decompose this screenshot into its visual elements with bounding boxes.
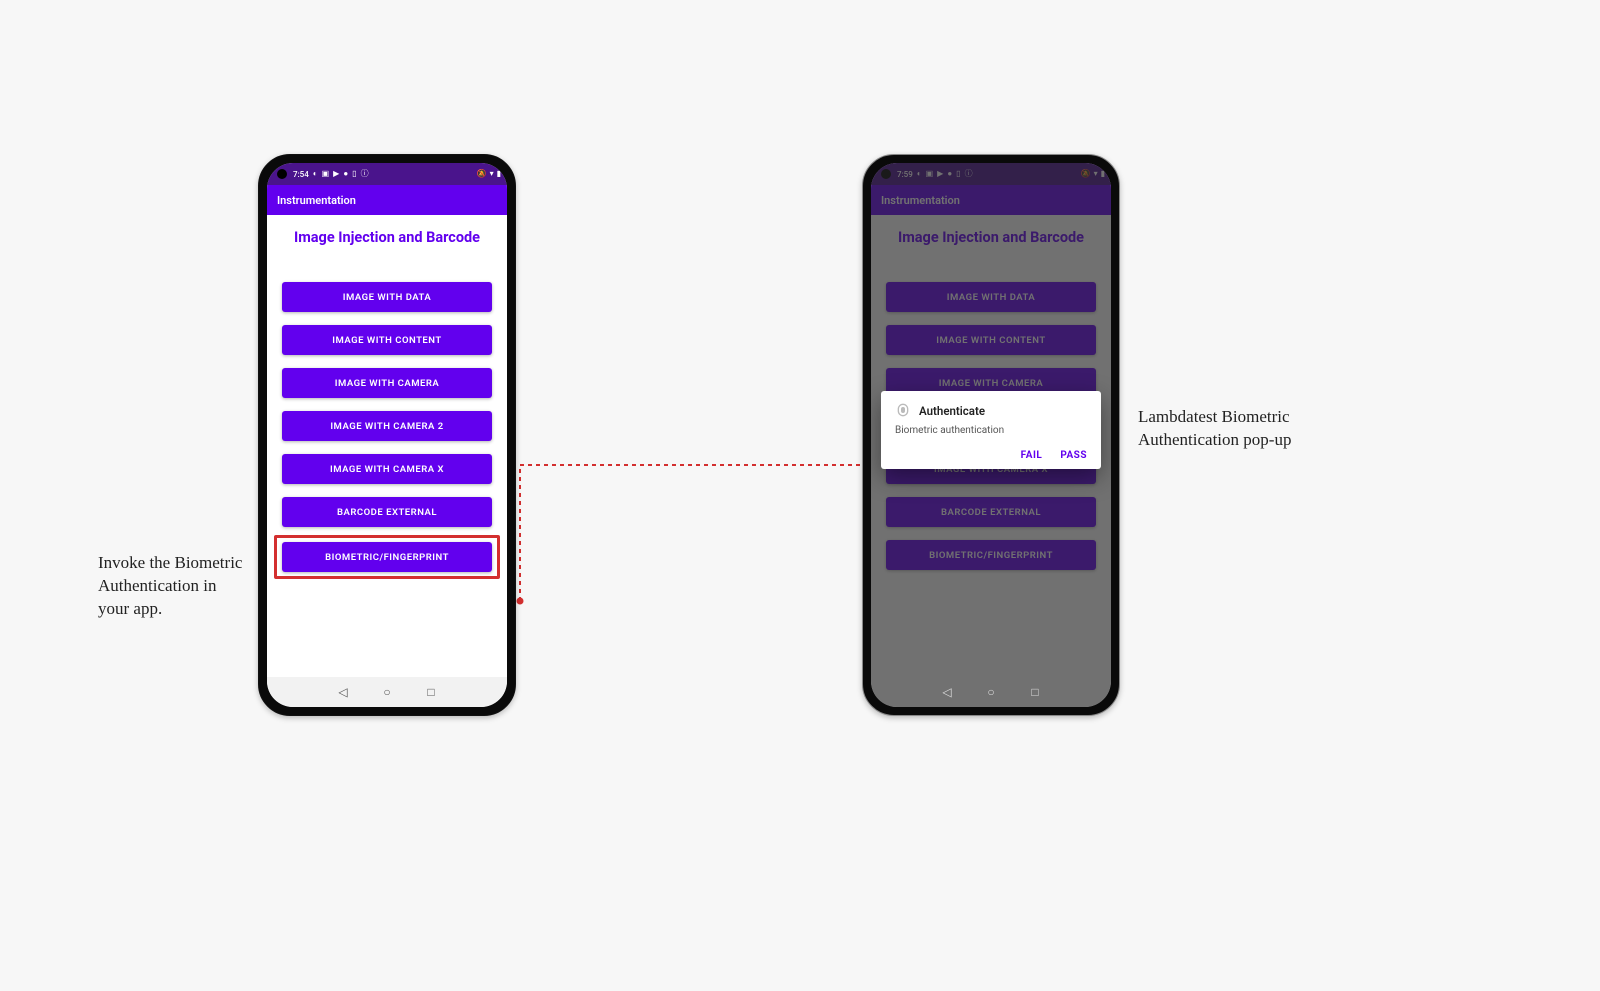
btn-label: IMAGE WITH CAMERA X [330, 464, 444, 475]
btn-label: IMAGE WITH CAMERA 2 [330, 421, 443, 432]
status-bar: 7:54 ◐ ▣ ▶ ● ▯ ⓘ 🔕 ▾ ▮ [267, 163, 507, 185]
image-with-camera-x-button[interactable]: IMAGE WITH CAMERA X [282, 454, 492, 484]
phone-left: 7:54 ◐ ▣ ▶ ● ▯ ⓘ 🔕 ▾ ▮ Instrumentation I… [258, 154, 516, 716]
android-nav-bar: ◁ ○ □ [871, 677, 1111, 707]
btn-label: IMAGE WITH CONTENT [332, 335, 441, 346]
image-with-content-button[interactable]: IMAGE WITH CONTENT [282, 325, 492, 355]
annotation-right: Lambdatest Biometric Authentication pop-… [1138, 406, 1298, 452]
btn-label: IMAGE WITH DATA [343, 292, 432, 303]
dnd-icon: 🔕 [477, 170, 487, 178]
app-content: Image Injection and Barcode IMAGE WITH D… [267, 215, 507, 579]
biometric-highlight: BIOMETRIC/FINGERPRINT [274, 535, 500, 579]
phone-right: 7:59 ◐ ▣ ▶ ● ▯ ⓘ 🔕 ▾ ▮ Instrumentation I… [862, 154, 1120, 716]
dialog-title: Authenticate [919, 404, 985, 418]
wifi-icon: ▾ [490, 170, 494, 178]
status-icon: ▯ [352, 170, 356, 178]
image-with-camera-2-button[interactable]: IMAGE WITH CAMERA 2 [282, 411, 492, 441]
fail-button[interactable]: FAIL [1021, 450, 1043, 461]
dialog-message: Biometric authentication [895, 425, 1087, 436]
status-icon: ▶ [333, 170, 339, 178]
screen-left: 7:54 ◐ ▣ ▶ ● ▯ ⓘ 🔕 ▾ ▮ Instrumentation I… [267, 163, 507, 707]
annotation-left: Invoke the Biometric Authentication in y… [98, 552, 248, 621]
battery-icon: ▮ [497, 170, 501, 178]
status-icon: ▣ [322, 170, 330, 178]
btn-label: IMAGE WITH CAMERA [335, 378, 440, 389]
biometric-fingerprint-button[interactable]: BIOMETRIC/FINGERPRINT [282, 542, 492, 572]
android-nav-bar: ◁ ○ □ [267, 677, 507, 707]
nav-back-icon[interactable]: ◁ [337, 686, 349, 698]
nav-home-icon[interactable]: ○ [381, 686, 393, 698]
nav-recent-icon[interactable]: □ [425, 686, 437, 698]
status-icon: ⓘ [361, 170, 369, 178]
pass-button[interactable]: PASS [1060, 450, 1087, 461]
btn-label: BARCODE EXTERNAL [337, 507, 437, 518]
barcode-external-button[interactable]: BARCODE EXTERNAL [282, 497, 492, 527]
btn-label: BIOMETRIC/FINGERPRINT [325, 552, 449, 563]
nav-recent-icon[interactable]: □ [1029, 686, 1041, 698]
connector-line [500, 450, 890, 610]
status-time: 7:54 [293, 170, 309, 179]
image-with-camera-button[interactable]: IMAGE WITH CAMERA [282, 368, 492, 398]
nav-home-icon[interactable]: ○ [985, 686, 997, 698]
nav-back-icon[interactable]: ◁ [941, 686, 953, 698]
app-bar: Instrumentation [267, 185, 507, 215]
image-with-data-button[interactable]: IMAGE WITH DATA [282, 282, 492, 312]
status-icon: ● [343, 170, 348, 178]
app-bar-title: Instrumentation [277, 194, 356, 207]
page-heading: Image Injection and Barcode [294, 229, 480, 246]
biometric-dialog: Authenticate Biometric authentication FA… [881, 391, 1101, 469]
screen-right: 7:59 ◐ ▣ ▶ ● ▯ ⓘ 🔕 ▾ ▮ Instrumentation I… [871, 163, 1111, 707]
fingerprint-icon [895, 403, 911, 419]
status-icon: ◐ [313, 170, 318, 178]
